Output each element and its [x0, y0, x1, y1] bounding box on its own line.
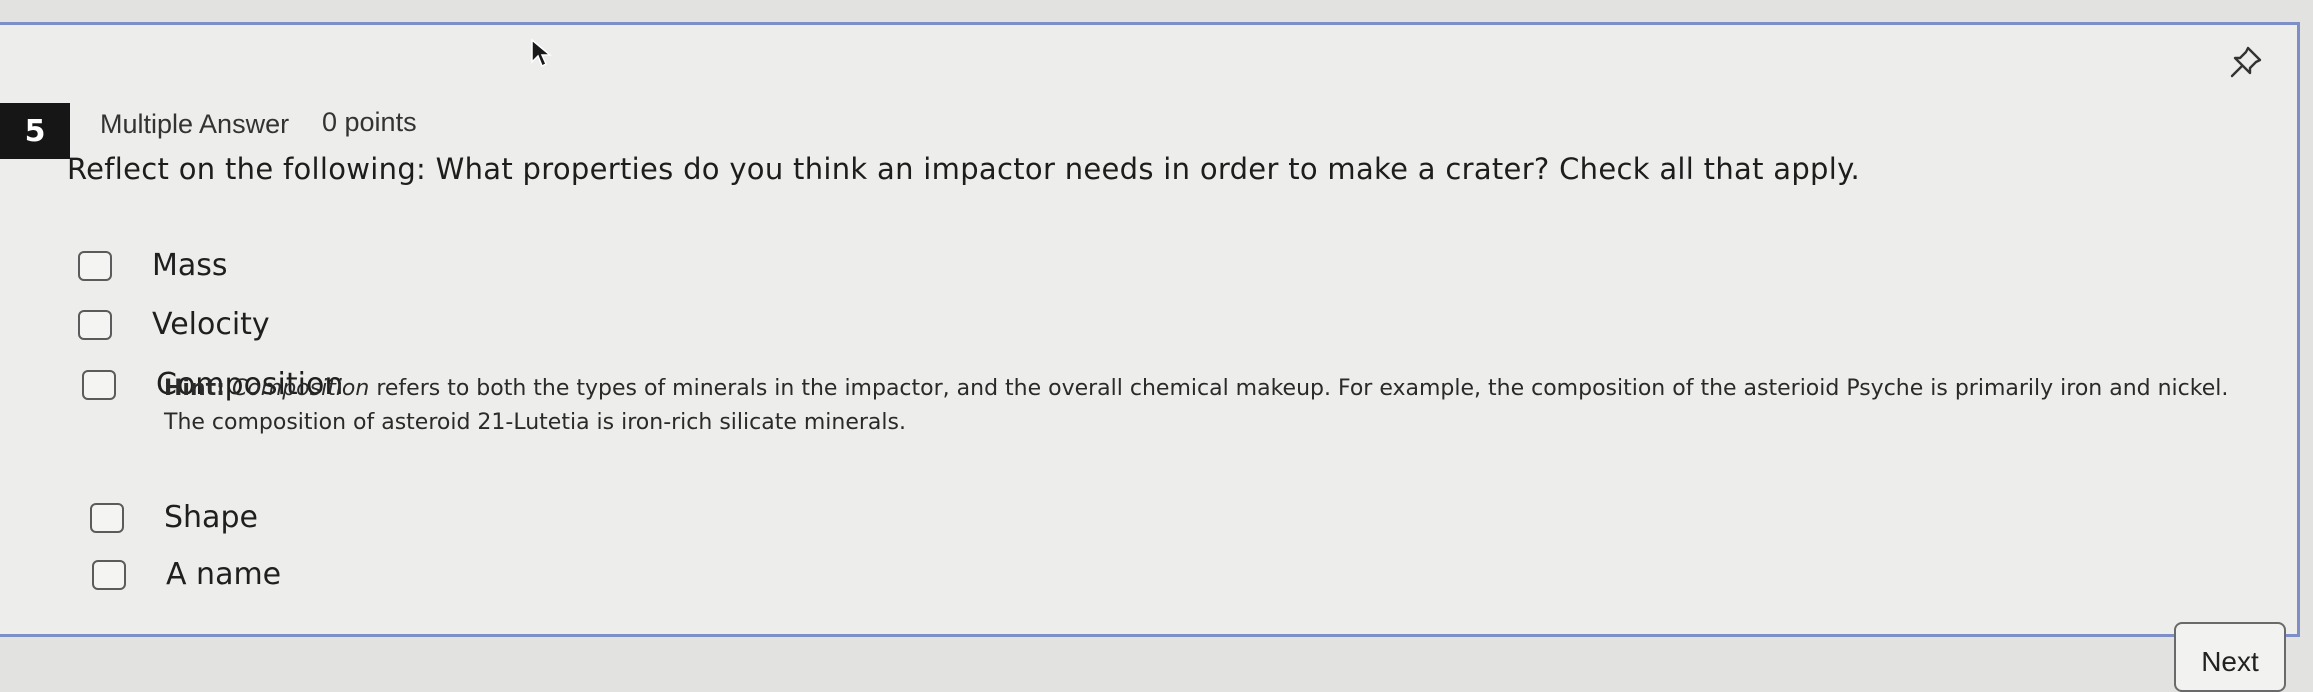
- hint-term: Composition: [231, 376, 370, 401]
- composition-hint: Hint: Composition refers to both the typ…: [164, 372, 2274, 440]
- composition-checkbox[interactable]: [82, 369, 116, 400]
- question-type: Multiple Answer: [100, 109, 290, 139]
- next-button[interactable]: Next: [2174, 622, 2286, 692]
- option-label: Velocity: [152, 307, 270, 342]
- option-velocity[interactable]: Velocity: [78, 307, 270, 342]
- question-number: 5: [0, 103, 70, 159]
- option-label: Mass: [152, 248, 228, 283]
- hint-body: refers to both the types of minerals in …: [164, 376, 2229, 435]
- mass-checkbox[interactable]: [78, 250, 112, 281]
- question-points: 0 points: [322, 107, 417, 137]
- option-shape[interactable]: Shape: [90, 500, 258, 535]
- option-label: Shape: [164, 500, 258, 535]
- hint-prefix: Hint:: [164, 376, 225, 401]
- option-label: A name: [166, 557, 282, 592]
- pushpin-icon[interactable]: [2228, 44, 2264, 80]
- a-name-checkbox[interactable]: [92, 559, 126, 590]
- question-text: Reflect on the following: What propertie…: [67, 152, 1860, 186]
- option-mass[interactable]: Mass: [78, 248, 228, 283]
- option-a-name[interactable]: A name: [92, 557, 281, 592]
- velocity-checkbox[interactable]: [78, 309, 112, 340]
- mouse-pointer-icon: [531, 38, 553, 68]
- shape-checkbox[interactable]: [90, 502, 124, 533]
